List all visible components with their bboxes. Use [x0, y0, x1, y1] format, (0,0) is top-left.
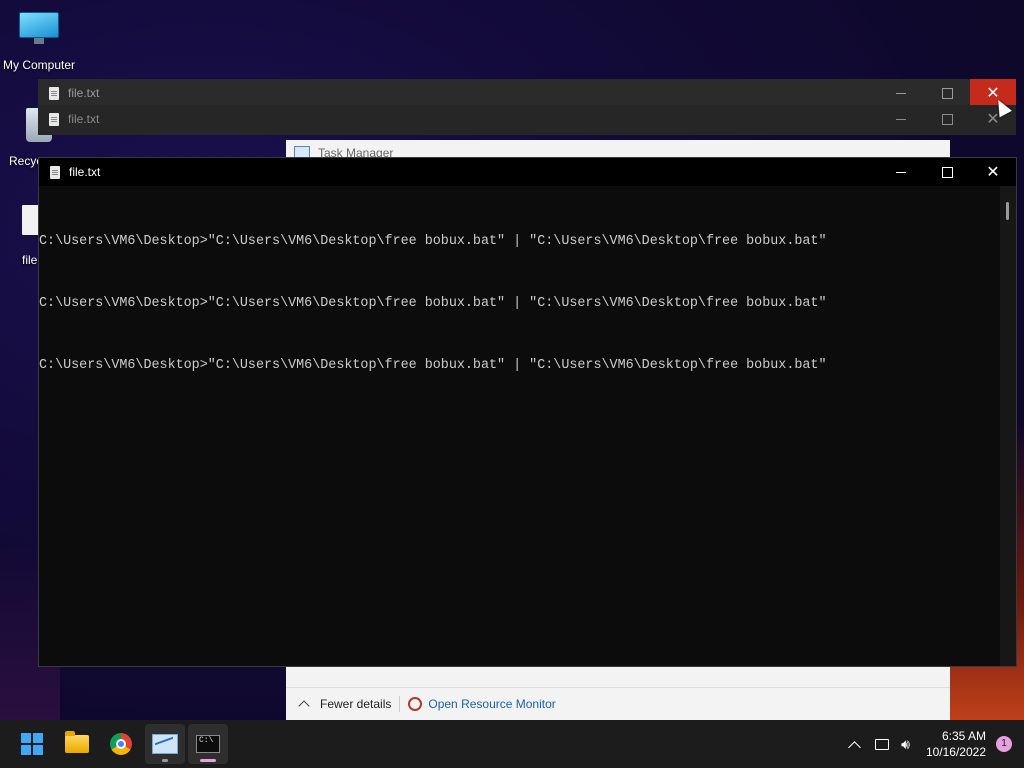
- vertical-scrollbar[interactable]: [1000, 186, 1016, 666]
- clock[interactable]: 6:35 AM 10/16/2022: [926, 728, 986, 760]
- window-title: file.txt: [68, 112, 100, 126]
- taskbar: C:\ 🔊︎ 6:35 AM 10/16/2022 1: [0, 720, 1024, 768]
- system-tray: 🔊︎ 6:35 AM 10/16/2022 1: [842, 720, 1024, 768]
- chrome-icon: [110, 733, 132, 755]
- network-icon[interactable]: [875, 738, 890, 750]
- console-output[interactable]: C:\Users\VM6\Desktop>"C:\Users\VM6\Deskt…: [39, 186, 1000, 666]
- console-window[interactable]: file.txt ✕ C:\Users\VM6\Desktop>"C:\User…: [38, 157, 1017, 667]
- maximize-button[interactable]: [924, 105, 970, 133]
- divider: [399, 696, 401, 712]
- minimize-button[interactable]: [878, 79, 924, 107]
- close-button[interactable]: ✕: [970, 158, 1016, 186]
- desktop-icon-my-computer[interactable]: My Computer: [0, 12, 78, 72]
- minimize-button[interactable]: [878, 105, 924, 133]
- title-bar[interactable]: file.txt: [38, 105, 1016, 133]
- console-line: C:\Users\VM6\Desktop>"C:\Users\VM6\Deskt…: [39, 296, 827, 311]
- title-bar[interactable]: file.txt: [38, 79, 1016, 107]
- document-icon: [49, 112, 59, 126]
- scrollbar-thumb[interactable]: [1006, 202, 1009, 220]
- chrome-button[interactable]: [101, 724, 141, 764]
- document-icon: [49, 86, 59, 100]
- speaker-icon[interactable]: 🔊︎: [901, 736, 910, 753]
- task-manager-icon: [152, 734, 178, 754]
- console-line: C:\Users\VM6\Desktop>"C:\Users\VM6\Deskt…: [39, 234, 827, 249]
- folder-icon: [65, 731, 89, 753]
- running-indicator: [162, 759, 168, 762]
- desktop-icon-label: My Computer: [2, 58, 76, 72]
- window-title: file.txt: [69, 165, 101, 179]
- command-prompt-taskbar-button[interactable]: C:\: [188, 724, 228, 764]
- task-manager-footer: Fewer details Open Resource Monitor: [286, 687, 950, 720]
- maximize-button[interactable]: [924, 158, 970, 186]
- computer-icon: [19, 12, 59, 44]
- task-manager-taskbar-button[interactable]: [145, 724, 185, 764]
- open-resource-monitor-link[interactable]: Open Resource Monitor: [408, 697, 556, 711]
- cmd-icon: C:\: [196, 735, 220, 753]
- windows-logo-icon: [21, 733, 43, 755]
- document-icon: [50, 165, 60, 179]
- clock-time: 6:35 AM: [941, 729, 986, 743]
- console-line: C:\Users\VM6\Desktop>"C:\Users\VM6\Deskt…: [39, 358, 827, 373]
- maximize-button[interactable]: [924, 79, 970, 107]
- clock-date: 10/16/2022: [925, 745, 986, 759]
- fewer-details-button[interactable]: Fewer details: [298, 697, 392, 712]
- file-explorer-button[interactable]: [57, 724, 97, 764]
- active-indicator: [200, 759, 216, 762]
- fewer-details-label: Fewer details: [320, 697, 392, 711]
- window-title: file.txt: [68, 86, 100, 100]
- resource-monitor-icon: [408, 697, 423, 711]
- chevron-up-icon: [298, 700, 310, 712]
- start-button[interactable]: [12, 724, 52, 764]
- chevron-up-icon[interactable]: [848, 740, 861, 754]
- title-bar[interactable]: file.txt: [39, 158, 1016, 186]
- minimize-button[interactable]: [878, 158, 924, 186]
- notepad-window-back-1[interactable]: file.txt ✕: [38, 79, 1016, 107]
- notification-badge[interactable]: 1: [996, 736, 1012, 752]
- open-resource-monitor-label: Open Resource Monitor: [428, 697, 556, 711]
- notepad-window-back-2[interactable]: file.txt ✕: [38, 105, 1016, 135]
